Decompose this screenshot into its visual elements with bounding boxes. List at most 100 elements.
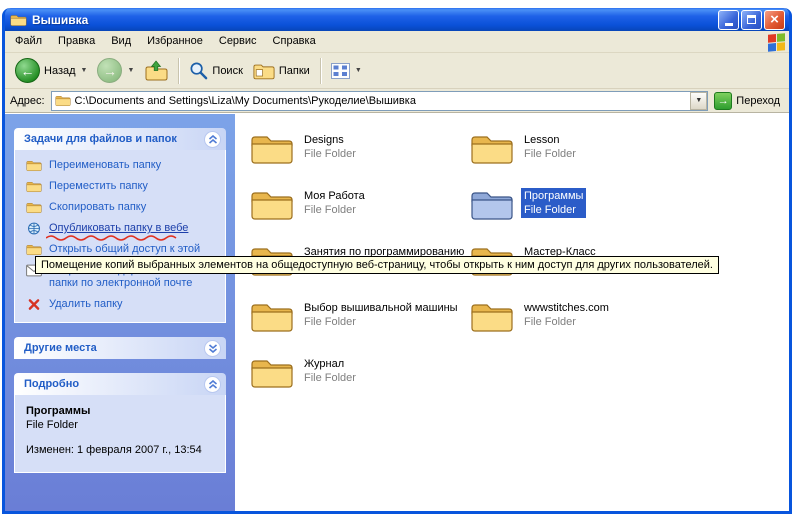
folder-name: Журнал bbox=[304, 357, 356, 371]
menu-item[interactable]: Файл bbox=[7, 31, 50, 52]
views-dropdown-icon[interactable]: ▼ bbox=[355, 67, 362, 74]
tooltip: Помещение копий выбранных элементов на о… bbox=[35, 256, 719, 274]
address-folder-icon bbox=[55, 94, 71, 107]
minimize-icon bbox=[725, 23, 733, 26]
addressbar: Адрес: C:\Documents and Settings\Liza\My… bbox=[5, 89, 789, 113]
file-tasks-header[interactable]: Задачи для файлов и папок bbox=[14, 128, 226, 150]
task-pane: Задачи для файлов и папок Переименовать … bbox=[5, 114, 235, 511]
toolbar: ← Назад ▼ → ▼ Поиск Папки bbox=[5, 53, 789, 89]
delete-folder-icon bbox=[26, 298, 43, 311]
task-item[interactable]: Опубликовать папку в вебе bbox=[26, 222, 221, 235]
chevron-up-icon[interactable] bbox=[204, 376, 221, 393]
forward-dropdown-icon[interactable]: ▼ bbox=[127, 67, 134, 74]
details-panel: Подробно Программы File Folder Изменен: … bbox=[14, 373, 226, 473]
up-button[interactable] bbox=[140, 58, 172, 84]
folder-type: File Folder bbox=[304, 203, 365, 217]
folder-icon[interactable] bbox=[470, 299, 514, 334]
task-item[interactable]: Переместить папку bbox=[26, 180, 221, 193]
back-arrow-icon: ← bbox=[15, 58, 40, 83]
folder-type: File Folder bbox=[304, 147, 356, 161]
task-item[interactable]: Скопировать папку bbox=[26, 201, 221, 214]
folder-type: File Folder bbox=[304, 315, 458, 329]
address-dropdown-button[interactable]: ▼ bbox=[690, 92, 707, 110]
folder-name: Выбор вышивальной машины bbox=[304, 301, 458, 315]
menu-item[interactable]: Правка bbox=[50, 31, 103, 52]
task-item[interactable]: Удалить папку bbox=[26, 298, 221, 311]
search-button[interactable]: Поиск bbox=[185, 59, 246, 82]
back-label: Назад bbox=[44, 65, 76, 77]
details-folder-name: Программы bbox=[26, 405, 219, 417]
share-folder-icon bbox=[26, 243, 43, 256]
folder-item[interactable]: wwwstitches.com File Folder bbox=[470, 299, 690, 355]
task-item[interactable]: Переименовать папку bbox=[26, 159, 221, 172]
folder-icon[interactable] bbox=[250, 299, 294, 334]
search-label: Поиск bbox=[212, 65, 242, 77]
address-label: Адрес: bbox=[10, 95, 45, 107]
views-button[interactable]: ▼ bbox=[327, 61, 366, 81]
folder-name: Designs bbox=[304, 133, 356, 147]
folder-type: File Folder bbox=[524, 203, 583, 217]
publish-web-icon bbox=[26, 222, 43, 235]
forward-button[interactable]: → ▼ bbox=[93, 56, 138, 85]
details-header[interactable]: Подробно bbox=[14, 373, 226, 395]
address-input[interactable]: C:\Documents and Settings\Liza\My Docume… bbox=[51, 91, 709, 111]
folder-name: Программы bbox=[524, 189, 583, 203]
explorer-window: Вышивка × ФайлПравкаВидИзбранноеСервисСп… bbox=[2, 8, 792, 514]
folder-icon[interactable] bbox=[250, 187, 294, 222]
toolbar-separator bbox=[320, 58, 321, 84]
move-folder-icon bbox=[26, 180, 43, 193]
menu-item[interactable]: Вид bbox=[103, 31, 139, 52]
folder-name: wwwstitches.com bbox=[524, 301, 609, 315]
toolbar-separator bbox=[178, 58, 179, 84]
chevron-up-icon[interactable] bbox=[204, 131, 221, 148]
go-arrow-icon: → bbox=[714, 92, 732, 110]
folder-type: File Folder bbox=[524, 315, 609, 329]
menubar: ФайлПравкаВидИзбранноеСервисСправка bbox=[5, 31, 789, 53]
folders-button[interactable]: Папки bbox=[249, 60, 314, 82]
content-area: Задачи для файлов и папок Переименовать … bbox=[5, 113, 789, 511]
maximize-icon bbox=[747, 15, 756, 24]
folder-item[interactable]: Выбор вышивальной машины File Folder bbox=[250, 299, 470, 355]
folder-view[interactable]: Designs File Folder Lesson File Folder М… bbox=[235, 114, 789, 511]
other-places-header[interactable]: Другие места bbox=[14, 337, 226, 359]
address-path: C:\Documents and Settings\Liza\My Docume… bbox=[75, 95, 416, 107]
folder-item[interactable]: Журнал File Folder bbox=[250, 355, 470, 411]
copy-folder-icon bbox=[26, 201, 43, 214]
folder-icon[interactable] bbox=[250, 355, 294, 390]
details-body: Программы File Folder Изменен: 1 февраля… bbox=[14, 395, 226, 473]
folders-icon bbox=[253, 62, 275, 80]
task-item[interactable]: Открыть общий доступ к этой bbox=[26, 243, 221, 256]
maximize-button[interactable] bbox=[741, 10, 762, 30]
windows-logo-icon bbox=[766, 31, 786, 53]
folder-icon[interactable] bbox=[250, 131, 294, 166]
folder-icon[interactable] bbox=[470, 131, 514, 166]
forward-arrow-icon: → bbox=[97, 58, 122, 83]
menu-item[interactable]: Избранное bbox=[139, 31, 211, 52]
search-icon bbox=[189, 61, 208, 80]
minimize-button[interactable] bbox=[718, 10, 739, 30]
window-title: Вышивка bbox=[32, 13, 718, 27]
window-controls: × bbox=[718, 10, 785, 30]
go-button[interactable]: → Переход bbox=[714, 92, 784, 110]
folder-name: Моя Работа bbox=[304, 189, 365, 203]
rename-folder-icon bbox=[26, 159, 43, 172]
other-places-panel: Другие места bbox=[14, 337, 226, 359]
menu-item[interactable]: Сервис bbox=[211, 31, 265, 52]
close-button[interactable]: × bbox=[764, 10, 785, 30]
folder-item[interactable]: Моя Работа File Folder bbox=[250, 187, 470, 243]
menu-items: ФайлПравкаВидИзбранноеСервисСправка bbox=[7, 31, 324, 52]
folder-item[interactable]: Lesson File Folder bbox=[470, 131, 690, 187]
window-folder-icon bbox=[10, 13, 27, 27]
go-label: Переход bbox=[736, 95, 780, 107]
titlebar[interactable]: Вышивка × bbox=[5, 8, 789, 31]
folder-icon[interactable] bbox=[470, 187, 514, 222]
folder-type: File Folder bbox=[304, 371, 356, 385]
menu-item[interactable]: Справка bbox=[265, 31, 324, 52]
chevron-down-icon[interactable] bbox=[204, 340, 221, 357]
folder-item[interactable]: Designs File Folder bbox=[250, 131, 470, 187]
back-button[interactable]: ← Назад ▼ bbox=[11, 56, 91, 85]
folders-label: Папки bbox=[279, 65, 310, 77]
folder-type: File Folder bbox=[524, 147, 576, 161]
folder-item[interactable]: Программы File Folder bbox=[470, 187, 690, 243]
back-dropdown-icon[interactable]: ▼ bbox=[81, 67, 88, 74]
